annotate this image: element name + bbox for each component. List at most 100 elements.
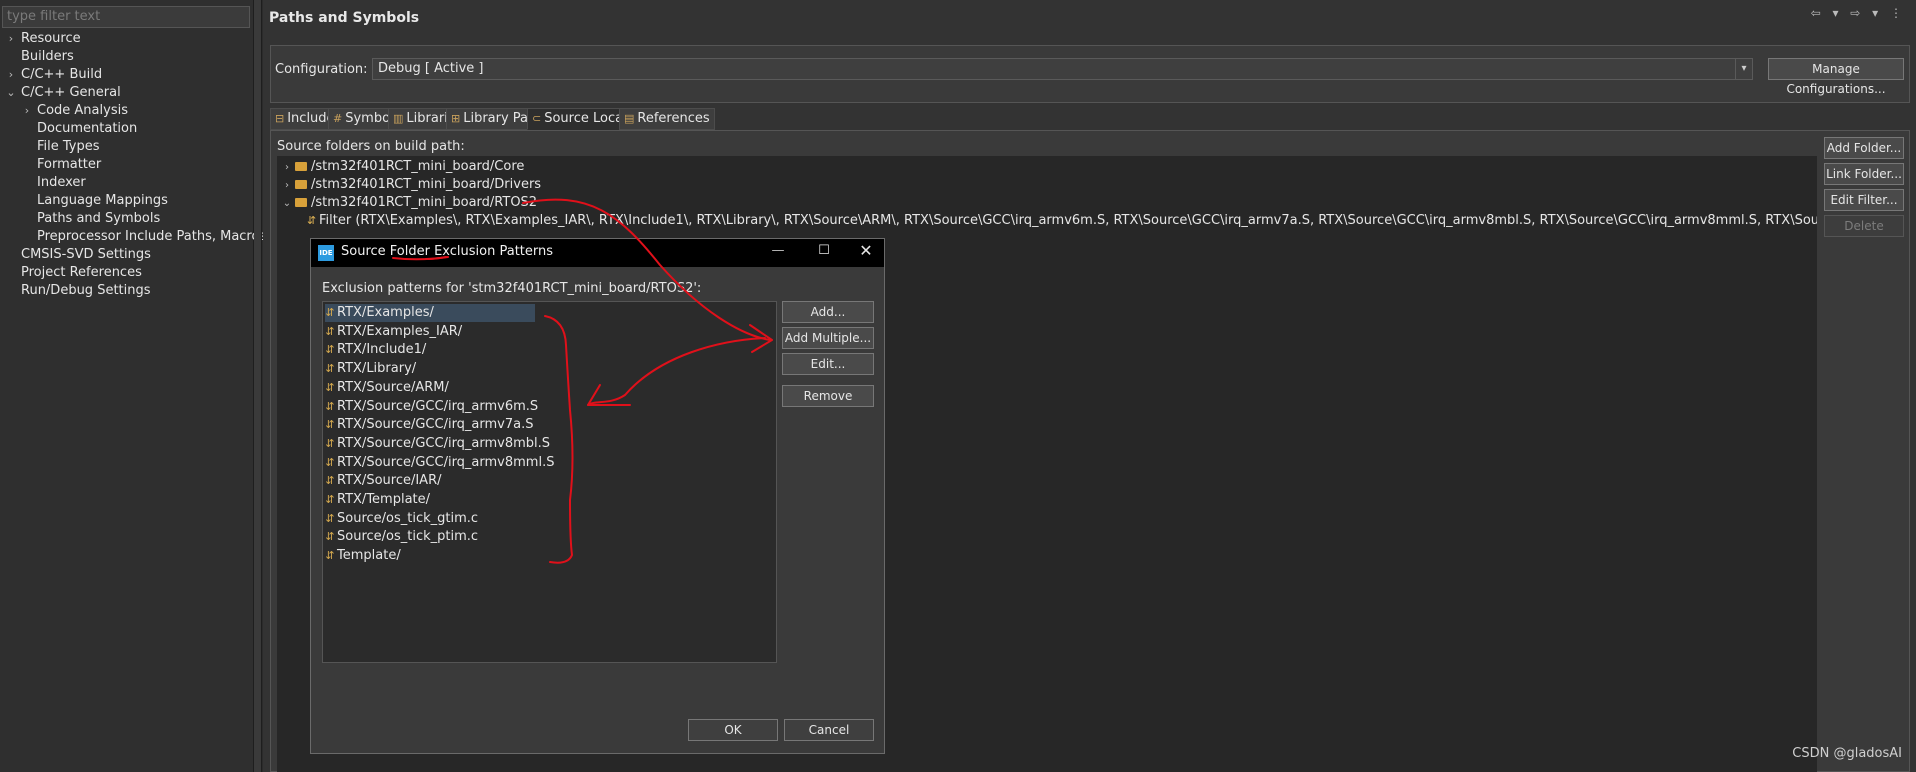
panel-splitter[interactable] (254, 0, 262, 772)
folder-icon (295, 180, 307, 189)
source-row-label: /stm32f401RCT_mini_board/Drivers (311, 177, 542, 192)
add-folder-button[interactable]: Add Folder... (1824, 137, 1904, 159)
navigation-arrows-icon[interactable]: ⇦ ▾ ⇨ ▾ ⋮ (1811, 6, 1906, 20)
pattern-icon: ⇵ (325, 455, 335, 469)
pattern-label: Source/os_tick_ptim.c (337, 529, 479, 545)
tab-label: References (637, 111, 710, 126)
pattern-list-item[interactable]: ⇵ RTX/Source/IAR/ (325, 472, 445, 490)
pattern-label: RTX/Examples/ (337, 305, 434, 320)
chevron-right-icon[interactable]: › (281, 159, 293, 177)
link-folder-button[interactable]: Link Folder... (1824, 163, 1904, 185)
configuration-select[interactable]: Debug [ Active ] ▾ (372, 58, 1753, 80)
pattern-label: RTX/Source/GCC/irq_armv8mbl.S (337, 435, 551, 451)
tree-item-label: Preprocessor Include Paths, Macros et (37, 229, 284, 244)
source-folder-row[interactable]: › /stm32f401RCT_mini_board/Drivers (281, 176, 541, 194)
maximize-icon[interactable]: ☐ (809, 243, 839, 258)
tree-item[interactable]: Builders (0, 48, 254, 66)
tree-item[interactable]: Run/Debug Settings (0, 282, 254, 300)
pattern-list-item[interactable]: ⇵ Source/os_tick_ptim.c (325, 528, 482, 546)
tree-item[interactable]: › Resource (0, 30, 254, 48)
tab-icon: ⊞ (451, 112, 461, 125)
pattern-label: RTX/Template/ (337, 492, 431, 507)
tree-item-label: File Types (37, 139, 100, 154)
pattern-label: Template/ (337, 548, 401, 564)
chevron-down-icon[interactable]: ▾ (1735, 59, 1752, 79)
minimize-icon[interactable]: — (763, 243, 793, 258)
tree-item[interactable]: Formatter (0, 156, 254, 174)
pattern-list-item[interactable]: ⇵ Source/os_tick_gtim.c (325, 510, 482, 528)
edit-filter-button[interactable]: Edit Filter... (1824, 189, 1904, 211)
tree-item[interactable]: File Types (0, 138, 254, 156)
chevron-down-icon[interactable]: ⌄ (281, 195, 293, 213)
pattern-label: RTX/Library/ (337, 361, 417, 377)
tree-item[interactable]: Documentation (0, 120, 254, 138)
manage-configurations-button[interactable]: Manage Configurations... (1768, 58, 1904, 96)
pattern-label: RTX/Source/GCC/irq_armv8mml.S (337, 454, 555, 470)
chevron-right-icon[interactable]: › (281, 177, 293, 195)
tree-item-label: CMSIS-SVD Settings (21, 247, 151, 262)
tree-item[interactable]: Preprocessor Include Paths, Macros et (0, 228, 283, 246)
tree-item[interactable]: Indexer (0, 174, 254, 192)
source-folder-row[interactable]: ⌄ /stm32f401RCT_mini_board/RTOS2 (281, 194, 537, 212)
tree-item[interactable]: Project References (0, 264, 254, 282)
exclusion-patterns-list[interactable]: ⇵ RTX/Examples/⇵ RTX/Examples_IAR/⇵ RTX/Inc… (322, 301, 777, 663)
pattern-label: RTX/Include1/ (337, 342, 427, 358)
pattern-list-item[interactable]: ⇵ RTX/Source/GCC/irq_armv7a.S (325, 416, 538, 434)
configuration-value: Debug [ Active ] (378, 61, 484, 76)
pattern-list-item[interactable]: ⇵ RTX/Examples_IAR/ (325, 323, 466, 341)
tree-item-label: Project References (21, 265, 142, 280)
pattern-icon: ⇵ (325, 436, 335, 450)
ok-button[interactable]: OK (688, 719, 778, 741)
source-row-label: Filter (RTX\Examples\, RTX\Examples_IAR\… (319, 213, 1817, 228)
tree-item-label: Indexer (37, 175, 86, 190)
pattern-list-item[interactable]: ⇵ RTX/Include1/ (325, 341, 430, 359)
tab-references[interactable]: ▤ References (619, 108, 715, 130)
pattern-icon: ⇵ (325, 474, 335, 488)
pattern-icon: ⇵ (325, 418, 335, 432)
add-multiple-button[interactable]: Add Multiple... (782, 327, 874, 349)
chevron-right-icon[interactable]: › (21, 102, 33, 120)
add-button[interactable]: Add... (782, 301, 874, 323)
pattern-label: RTX/Examples_IAR/ (337, 323, 463, 339)
tree-item-label: Language Mappings (37, 193, 168, 208)
tree-item-label: C/C++ Build (21, 67, 103, 82)
close-icon[interactable]: ✕ (851, 241, 881, 260)
source-row-label: /stm32f401RCT_mini_board/RTOS2 (311, 195, 538, 210)
tree-item-label: Formatter (37, 157, 102, 172)
pattern-list-item[interactable]: ⇵ RTX/Source/GCC/irq_armv8mbl.S (325, 435, 554, 453)
tree-item[interactable]: Paths and Symbols (0, 210, 254, 228)
tree-item[interactable]: › Code Analysis (0, 102, 254, 120)
edit-button[interactable]: Edit... (782, 353, 874, 375)
chevron-down-icon[interactable]: ⌄ (5, 84, 17, 102)
filter-row[interactable]: ⇵ Filter (RTX\Examples\, RTX\Examples_IAR… (307, 212, 1817, 230)
tree-item[interactable]: › C/C++ Build (0, 66, 254, 84)
pattern-list-item[interactable]: ⇵ Template/ (325, 547, 405, 565)
pattern-list-item[interactable]: ⇵ RTX/Library/ (325, 360, 420, 378)
filter-input[interactable]: type filter text (2, 6, 250, 28)
tree-item[interactable]: Language Mappings (0, 192, 254, 210)
watermark: CSDN @gladosAI (1792, 746, 1902, 761)
pattern-icon: ⇵ (325, 549, 335, 563)
pattern-icon: ⇵ (325, 399, 335, 413)
delete-button[interactable]: Delete (1824, 215, 1904, 237)
pattern-list-item[interactable]: ⇵ RTX/Source/GCC/irq_armv6m.S (325, 398, 542, 416)
tree-item[interactable]: CMSIS-SVD Settings (0, 246, 254, 264)
pattern-list-item[interactable]: ⇵ RTX/Source/GCC/irq_armv8mml.S (325, 454, 558, 472)
dialog-title-bar[interactable]: IDE Source Folder Exclusion Patterns — ☐… (311, 239, 884, 267)
tab-icon: ▤ (624, 112, 635, 125)
ide-logo-icon: IDE (318, 245, 334, 261)
tree-item[interactable]: ⌄ C/C++ General (0, 84, 254, 102)
remove-button[interactable]: Remove (782, 385, 874, 407)
pattern-list-item[interactable]: ⇵ RTX/Examples/ (325, 304, 535, 322)
folder-icon (295, 162, 307, 171)
tree-item-label: C/C++ General (21, 85, 121, 100)
source-folder-row[interactable]: › /stm32f401RCT_mini_board/Core (281, 158, 524, 176)
pattern-list-item[interactable]: ⇵ RTX/Template/ (325, 491, 434, 509)
tree-item-label: Paths and Symbols (37, 211, 161, 226)
pattern-icon: ⇵ (325, 324, 335, 338)
chevron-right-icon[interactable]: › (5, 66, 17, 84)
pattern-list-item[interactable]: ⇵ RTX/Source/ARM/ (325, 379, 453, 397)
dialog-title: Source Folder Exclusion Patterns (341, 244, 554, 259)
cancel-button[interactable]: Cancel (784, 719, 874, 741)
chevron-right-icon[interactable]: › (5, 30, 17, 48)
